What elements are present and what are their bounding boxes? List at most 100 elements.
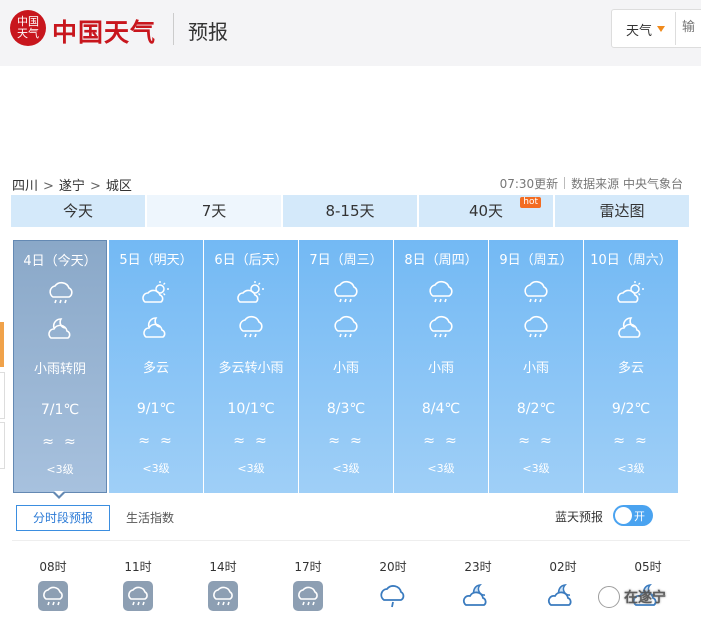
wind-level: <3级 xyxy=(522,462,550,475)
side-float-tab[interactable] xyxy=(0,422,5,469)
day-title: 9日（周五） xyxy=(499,253,573,268)
hour-label: 17时 xyxy=(294,560,322,574)
wind-icon: ≈≈ xyxy=(42,434,86,450)
day-card[interactable]: 7日（周三） 小雨 8/3℃ ≈≈ <3级 xyxy=(299,240,393,493)
cloud-rain-outline-icon xyxy=(377,580,409,612)
hour-label: 23时 xyxy=(464,560,492,574)
wind-level: <3级 xyxy=(427,462,455,475)
divider xyxy=(12,540,690,541)
cloud-rain-icon xyxy=(235,315,267,341)
breadcrumb-separator: > xyxy=(43,179,54,194)
hot-badge: hot xyxy=(520,197,541,208)
day-card[interactable]: 6日（后天） 多云转小雨 10/1℃ ≈≈ <3级 xyxy=(204,240,298,493)
day-title: 6日（后天） xyxy=(214,253,288,268)
wind-level: <3级 xyxy=(237,462,265,475)
breadcrumb-province[interactable]: 四川 xyxy=(12,179,38,194)
tab-hourly-forecast[interactable]: 分时段预报 xyxy=(16,505,110,531)
wind-icon: ≈≈ xyxy=(328,433,372,449)
day-temperature: 8/2℃ xyxy=(516,401,556,417)
moon-cloud-outline-icon xyxy=(462,580,494,612)
hour-label: 14时 xyxy=(209,560,237,574)
hour-label: 02时 xyxy=(549,560,577,574)
moon-cloud-icon xyxy=(140,315,172,341)
toggle-state: 开 xyxy=(634,510,645,523)
today-pointer-fill xyxy=(54,491,64,496)
day-card[interactable]: 9日（周五） 小雨 8/2℃ ≈≈ <3级 xyxy=(489,240,583,493)
hour-label: 20时 xyxy=(379,560,407,574)
cloud-rain-icon xyxy=(122,580,154,612)
wechat-icon xyxy=(598,586,620,608)
site-logo-text[interactable]: 中国天气 xyxy=(52,13,156,49)
tab-7-days[interactable]: 7天 xyxy=(147,195,281,227)
tab-life-index[interactable]: 生活指数 xyxy=(126,505,206,531)
day-weather-desc: 多云转小雨 xyxy=(218,361,284,376)
tab-label: 雷达图 xyxy=(599,202,645,220)
wind-icon: ≈≈ xyxy=(613,433,657,449)
day-temperature: 8/3℃ xyxy=(326,401,366,417)
cloud-rain-icon xyxy=(520,280,552,306)
tab-today[interactable]: 今天 xyxy=(11,195,145,227)
seven-day-forecast: 4日（今天） 小雨转阴 7/1℃ ≈≈ <3级 5日（明天） 多云 9/1℃ ≈… xyxy=(13,240,678,493)
side-float-tab[interactable] xyxy=(0,372,5,419)
wind-level: <3级 xyxy=(332,462,360,475)
day-card[interactable]: 8日（周四） 小雨 8/4℃ ≈≈ <3级 xyxy=(394,240,488,493)
search-divider xyxy=(675,12,676,45)
day-temperature: 8/4℃ xyxy=(421,401,461,417)
day-weather-desc: 小雨 xyxy=(332,361,359,376)
hour-label: 11时 xyxy=(124,560,152,574)
logo-seal-icon[interactable]: 中国天气 xyxy=(10,10,46,46)
data-source: 数据来源 中央气象台 xyxy=(571,177,683,191)
update-meta: 07:30更新 数据来源 中央气象台 xyxy=(500,175,683,192)
day-title: 4日（今天） xyxy=(23,254,97,269)
moon-cloud-outline-icon xyxy=(547,580,579,612)
cloud-rain-icon xyxy=(330,280,362,306)
day-title: 8日（周四） xyxy=(404,253,478,268)
day-temperature: 10/1℃ xyxy=(227,401,275,417)
day-weather-desc: 多云 xyxy=(142,361,169,376)
day-temperature: 7/1℃ xyxy=(40,402,80,418)
watermark-text: 在遂宁 xyxy=(624,590,666,606)
tab-label: 40天 xyxy=(468,202,504,220)
wind-level: <3级 xyxy=(46,463,74,476)
day-weather-desc: 小雨 xyxy=(427,361,454,376)
wind-icon: ≈≈ xyxy=(233,433,277,449)
cloud-rain-icon xyxy=(520,315,552,341)
day-card[interactable]: 5日（明天） 多云 9/1℃ ≈≈ <3级 xyxy=(109,240,203,493)
forecast-tabs: 今天 7天 8-15天 40天 hot 雷达图 xyxy=(11,195,689,227)
wind-level: <3级 xyxy=(617,462,645,475)
search-input[interactable] xyxy=(682,10,701,45)
meta-divider xyxy=(564,177,566,189)
tab-40-days[interactable]: 40天 hot xyxy=(419,195,553,227)
cloud-rain-icon xyxy=(330,315,362,341)
day-card-today[interactable]: 4日（今天） 小雨转阴 7/1℃ ≈≈ <3级 xyxy=(13,240,107,493)
tab-8-15-days[interactable]: 8-15天 xyxy=(283,195,417,227)
page-title: 预报 xyxy=(188,20,228,44)
day-weather-desc: 小雨转阴 xyxy=(33,362,86,377)
cloud-rain-icon xyxy=(292,580,324,612)
update-time: 07:30更新 xyxy=(499,177,559,191)
blue-sky-label: 蓝天预报 xyxy=(555,510,604,524)
toggle-knob xyxy=(615,507,632,524)
breadcrumb: 四川 > 遂宁 > 城区 xyxy=(12,175,132,194)
tab-label: 8-15天 xyxy=(325,202,375,220)
breadcrumb-district: 城区 xyxy=(105,179,132,194)
day-title: 10日（周六） xyxy=(590,253,672,268)
day-weather-desc: 小雨 xyxy=(522,361,549,376)
dropdown-caret-icon[interactable] xyxy=(657,26,665,32)
hour-label: 08时 xyxy=(39,560,67,574)
side-float-tab[interactable] xyxy=(0,322,4,367)
breadcrumb-city[interactable]: 遂宁 xyxy=(59,179,85,194)
watermark: 在遂宁 xyxy=(598,586,666,608)
header-divider xyxy=(173,13,174,45)
top-header: 中国天气 中国天气 预报 天气 xyxy=(0,0,701,66)
day-weather-desc: 多云 xyxy=(617,361,644,376)
tab-radar[interactable]: 雷达图 xyxy=(555,195,689,227)
blue-sky-toggle[interactable]: 开 xyxy=(613,505,653,526)
wind-icon: ≈≈ xyxy=(423,433,467,449)
search-category-select[interactable]: 天气 xyxy=(626,20,652,39)
day-card[interactable]: 10日（周六） 多云 9/2℃ ≈≈ <3级 xyxy=(584,240,678,493)
logo-seal-text: 中国天气 xyxy=(17,15,39,40)
tab-label: 7天 xyxy=(201,202,227,220)
search-box[interactable]: 天气 xyxy=(611,9,701,48)
moon-cloud-icon xyxy=(615,315,647,341)
